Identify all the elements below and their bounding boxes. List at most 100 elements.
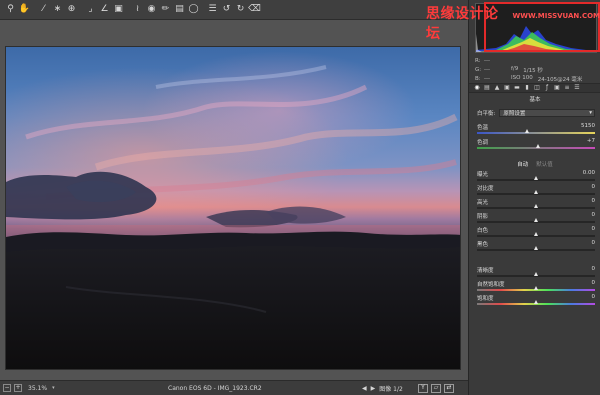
hsl-tab-icon[interactable]: ▣ xyxy=(503,84,511,92)
compare-toggle-icon[interactable]: ▱ xyxy=(431,383,441,393)
b-label: B: xyxy=(475,75,481,82)
slider-value[interactable]: 0 xyxy=(592,226,596,232)
zoom-out-button[interactable]: − xyxy=(3,384,11,392)
straighten-icon[interactable]: ∠ xyxy=(98,3,111,16)
r-label: R: xyxy=(475,57,481,64)
target-adjust-icon[interactable]: ⊕ xyxy=(65,3,78,16)
transform-tab-icon[interactable]: ◫ xyxy=(533,84,541,92)
filename: Canon EOS 6D - IMG_1923.CR2 xyxy=(168,384,262,392)
radial-filter-icon[interactable]: ◯ xyxy=(187,3,200,16)
slider-label: 黑色 xyxy=(477,242,489,248)
slider-row: 自然饱和度 0 xyxy=(477,280,595,294)
rotate-cw-icon[interactable]: ↻ xyxy=(234,3,247,16)
slider-value[interactable]: 0 xyxy=(592,266,596,272)
slider-thumb[interactable] xyxy=(533,272,538,276)
slider-row: 色温 5150 xyxy=(477,123,595,137)
slider-track[interactable] xyxy=(477,132,595,134)
slider-value[interactable]: 0 xyxy=(592,294,596,300)
iso-value: ISO 100 xyxy=(511,74,533,81)
slider-label: 白色 xyxy=(477,228,489,234)
next-image-icon[interactable]: ▶ xyxy=(371,385,376,392)
white-balance-value: 原照设置 xyxy=(503,110,526,117)
rotate-ccw-icon[interactable]: ↺ xyxy=(220,3,233,16)
lens-tab-icon[interactable]: ▮ xyxy=(523,84,531,92)
trash-icon[interactable]: ⌫ xyxy=(248,3,261,16)
default-button[interactable]: 默认值 xyxy=(536,160,553,168)
swap-settings-icon[interactable]: ⇄ xyxy=(444,383,454,393)
r-value: --- xyxy=(484,57,490,64)
before-after-toggle-icon[interactable]: Y xyxy=(418,383,428,393)
adjustment-brush-icon[interactable]: ✏ xyxy=(159,3,172,16)
slider-thumb[interactable] xyxy=(533,246,538,250)
transform-icon[interactable]: ▣ xyxy=(112,3,125,16)
prev-image-icon[interactable]: ◀ xyxy=(362,385,367,392)
red-eye-icon[interactable]: ◉ xyxy=(145,3,158,16)
tone-curve-tab-icon[interactable]: ▤ xyxy=(483,84,491,92)
slider-thumb[interactable] xyxy=(533,204,538,208)
lens-value: 24-105@24 毫米 xyxy=(537,76,583,83)
presets-tab-icon[interactable]: ≡ xyxy=(563,84,571,92)
slider-value[interactable]: 5150 xyxy=(581,123,595,129)
slider-label: 高光 xyxy=(477,200,489,206)
slider-value[interactable]: 0 xyxy=(592,184,596,190)
slider-value[interactable]: 0 xyxy=(592,240,596,246)
hand-icon[interactable]: ✋ xyxy=(18,3,31,16)
panel-tabs: ◉ ▤ ▲ ▣ ▬ ▮ ◫ ƒ ▣ ≡ ☰ xyxy=(469,83,600,93)
slider-thumb[interactable] xyxy=(525,129,530,133)
color-sampler-icon[interactable]: ∗ xyxy=(51,3,64,16)
zoom-dropdown-icon[interactable]: ▾ xyxy=(52,385,55,391)
snapshots-tab-icon[interactable]: ☰ xyxy=(573,84,581,92)
slider-value[interactable]: 0 xyxy=(592,212,596,218)
slider-thumb[interactable] xyxy=(533,176,538,180)
slider-thumb[interactable] xyxy=(533,232,538,236)
slider-row: 黑色 0 xyxy=(477,240,595,254)
slider-label: 饱和度 xyxy=(477,296,494,302)
spot-removal-icon[interactable]: ≀ xyxy=(131,3,144,16)
aperture-value: f/9 xyxy=(511,65,519,72)
slider-thumb[interactable] xyxy=(533,218,538,222)
slider-value[interactable]: +7 xyxy=(587,138,595,144)
slider-value[interactable]: 0.00 xyxy=(583,170,595,176)
watermark-url: WWW.MISSVUAN.COM xyxy=(512,12,600,20)
slider-thumb[interactable] xyxy=(533,300,538,304)
slider-label: 清晰度 xyxy=(477,268,494,274)
auto-default-row: 自动 默认值 xyxy=(469,160,600,168)
b-value: --- xyxy=(484,75,490,82)
slider-thumb[interactable] xyxy=(535,144,540,148)
zoom-in-button[interactable]: + xyxy=(14,384,22,392)
slider-value[interactable]: 0 xyxy=(592,198,596,204)
image-navigation: ◀ ▶ 图像 1/2 xyxy=(362,384,403,393)
right-panel: R: --- G: --- f/9 1/15 秒 B: --- ISO 100 24-10… xyxy=(468,0,600,395)
slider-row: 饱和度 0 xyxy=(477,294,595,308)
slider-row: 清晰度 0 xyxy=(477,266,595,280)
detail-tab-icon[interactable]: ▲ xyxy=(493,84,501,92)
white-balance-select[interactable]: 原照设置 ▾ xyxy=(499,108,595,117)
white-balance-row: 白平衡: 原照设置 ▾ xyxy=(477,108,595,117)
slider-thumb[interactable] xyxy=(533,286,538,290)
slider-row: 白色 0 xyxy=(477,226,595,240)
shutter-value: 1/15 秒 xyxy=(523,67,543,74)
slider-thumb[interactable] xyxy=(533,190,538,194)
view-toggles: Y ▱ ⇄ xyxy=(418,383,454,393)
chevron-down-icon: ▾ xyxy=(589,109,592,116)
preferences-icon[interactable]: ☰ xyxy=(206,3,219,16)
white-balance-icon[interactable]: ⁄ xyxy=(37,3,50,16)
slider-value[interactable]: 0 xyxy=(592,280,596,286)
graduated-filter-icon[interactable]: ▤ xyxy=(173,3,186,16)
auto-button[interactable]: 自动 xyxy=(517,160,528,168)
slider-label: 自然饱和度 xyxy=(477,282,505,288)
photo-preview[interactable] xyxy=(5,46,461,370)
crop-icon[interactable]: ⌟ xyxy=(84,3,97,16)
white-balance-label: 白平衡: xyxy=(477,110,496,117)
basic-tab-icon[interactable]: ◉ xyxy=(473,84,481,92)
split-toning-tab-icon[interactable]: ▬ xyxy=(513,84,521,92)
camera-calibration-tab-icon[interactable]: ▣ xyxy=(553,84,561,92)
section-title: 基本 xyxy=(529,97,541,103)
effects-tab-icon[interactable]: ƒ xyxy=(543,84,551,92)
g-value: --- xyxy=(484,66,490,73)
image-counter: 图像 1/2 xyxy=(379,385,403,393)
slider-label: 色调 xyxy=(477,140,489,146)
slider-row: 对比度 0 xyxy=(477,184,595,198)
zoom-icon[interactable]: ⚲ xyxy=(4,3,17,16)
zoom-level: 35.1% xyxy=(28,384,48,392)
